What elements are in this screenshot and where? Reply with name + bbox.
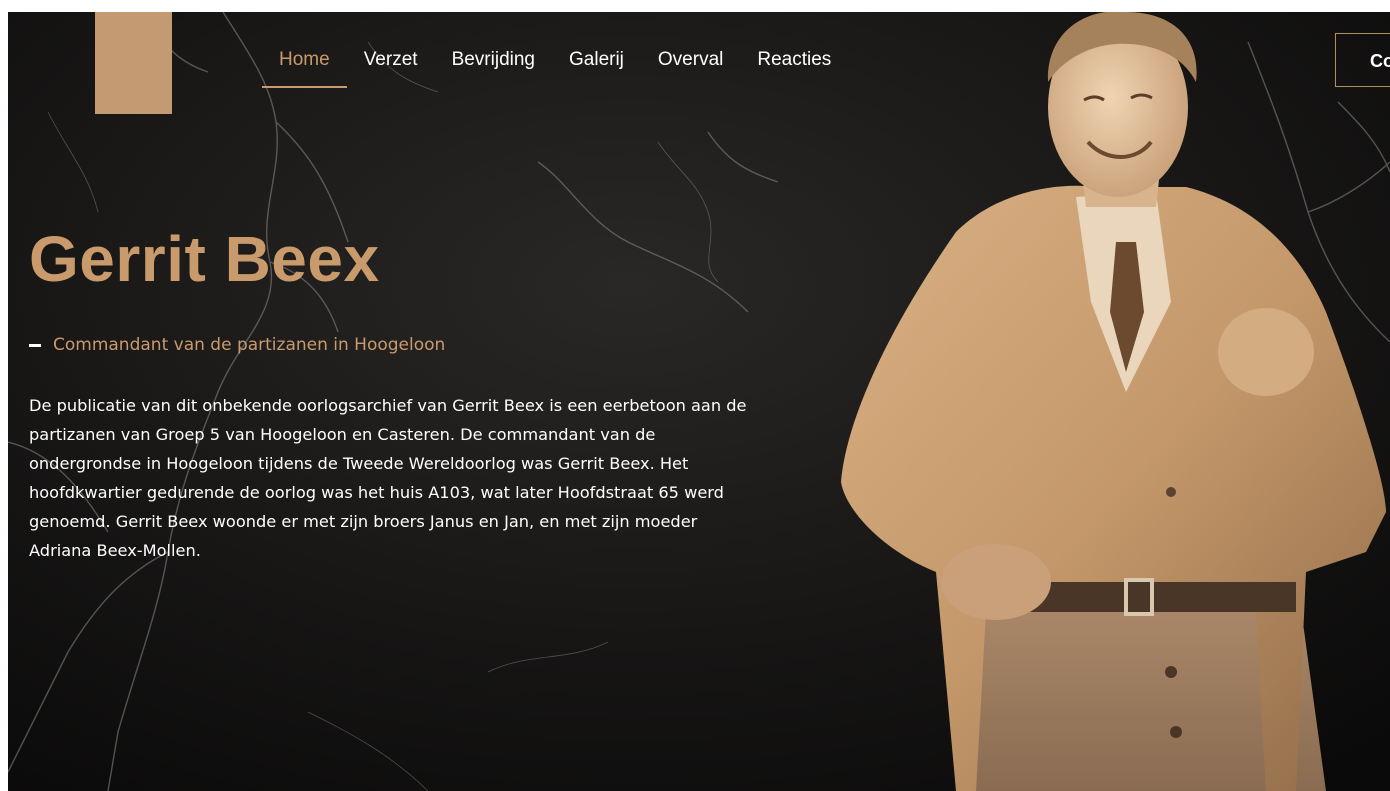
hero-section: Home Verzet Bevrijding Galerij Overval R… xyxy=(8,12,1390,791)
subtitle-text: Commandant van de partizanen in Hoogeloo… xyxy=(53,335,446,355)
nav-item-home[interactable]: Home xyxy=(262,48,347,88)
nav-item-overval[interactable]: Overval xyxy=(641,48,740,72)
nav-item-galerij[interactable]: Galerij xyxy=(552,48,641,72)
nav-item-verzet[interactable]: Verzet xyxy=(347,48,435,72)
portrait-photo xyxy=(841,12,1386,791)
subtitle-dash xyxy=(29,343,41,347)
site-logo[interactable] xyxy=(95,12,172,114)
page-title: Gerrit Beex xyxy=(29,223,380,295)
nav-item-bevrijding[interactable]: Bevrijding xyxy=(435,48,552,72)
main-nav: Home Verzet Bevrijding Galerij Overval R… xyxy=(262,48,848,88)
hero-intro-text: De publicatie van dit onbekende oorlogsa… xyxy=(29,396,747,560)
hero-subtitle: Commandant van de partizanen in Hoogeloo… xyxy=(29,335,445,355)
